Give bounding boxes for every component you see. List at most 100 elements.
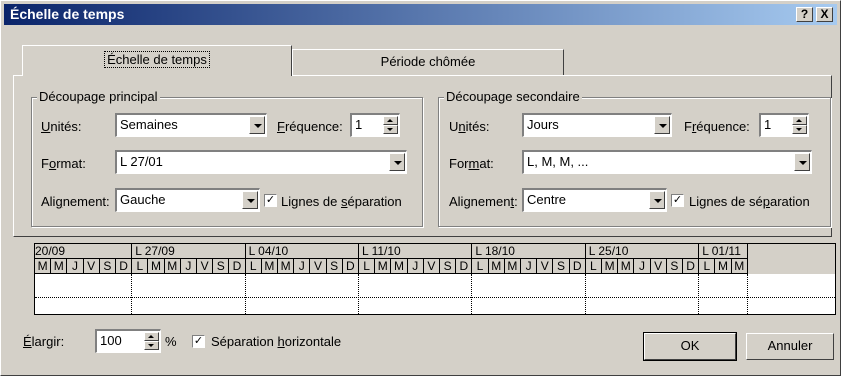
timescale-day-label: M xyxy=(375,259,392,274)
timescale-day-label: M xyxy=(602,259,619,274)
tab-label: Période chômée xyxy=(380,54,476,69)
timescale-day-label: L xyxy=(472,259,489,274)
window-title: Échelle de temps xyxy=(10,6,125,22)
spin-down-icon[interactable] xyxy=(144,341,159,350)
timescale-day-label: D xyxy=(569,259,586,274)
timescale-preview: 20/09 M M J V S D L 27/09 L M M J V S D L 04/10 L M M J V S D L… xyxy=(34,243,836,315)
timescale-day-label: D xyxy=(456,259,473,274)
chevron-down-icon[interactable] xyxy=(242,191,258,209)
primary-units-label: Unités: xyxy=(41,119,82,134)
timescale-week-label: L 18/10 xyxy=(472,244,586,259)
primary-separator-checkbox[interactable]: ✓ xyxy=(264,194,277,207)
primary-alignment-label: Alignement: xyxy=(41,194,110,209)
spin-buttons[interactable] xyxy=(383,116,398,134)
timescale-day-label: M xyxy=(715,259,732,274)
timescale-week-label: 20/09 xyxy=(35,244,133,259)
tab-echelle-de-temps[interactable]: Échelle de temps xyxy=(22,45,292,76)
spin-down-icon[interactable] xyxy=(383,125,398,134)
cancel-button[interactable]: Annuler xyxy=(746,333,834,360)
secondary-format-value: L, M, M, ... xyxy=(527,154,589,169)
timescale-day-label: J xyxy=(407,259,424,274)
timescale-week-label: L 27/09 xyxy=(132,244,246,259)
timescale-day-label: V xyxy=(83,259,100,274)
timescale-day-label: S xyxy=(326,259,343,274)
timescale-dialog: Échelle de temps ? X Échelle de temps Pé… xyxy=(0,0,841,376)
primary-group-title: Découpage principal xyxy=(37,89,160,104)
tab-label: Échelle de temps xyxy=(104,51,210,68)
timescale-day-label: M xyxy=(35,259,52,274)
timescale-week-separator xyxy=(358,274,359,314)
primary-units-value: Semaines xyxy=(120,117,178,132)
secondary-frequency-stepper[interactable]: 1 xyxy=(759,113,809,137)
timescale-day-label: L xyxy=(132,259,149,274)
timescale-week-label: L 11/10 xyxy=(359,244,473,259)
timescale-day-label: L xyxy=(585,259,602,274)
spin-up-icon[interactable] xyxy=(792,116,807,125)
close-button[interactable]: X xyxy=(816,7,833,22)
timescale-week-label: L 04/10 xyxy=(245,244,359,259)
timescale-day-label: J xyxy=(634,259,651,274)
secondary-units-select[interactable]: Jours xyxy=(522,113,672,137)
horizontal-separator-checkbox[interactable]: ✓ xyxy=(192,335,205,348)
timescale-day-label: V xyxy=(423,259,440,274)
secondary-alignment-label: Alignement: xyxy=(449,194,518,209)
timescale-week-separator xyxy=(698,274,700,314)
timescale-day-label: M xyxy=(391,259,408,274)
chevron-down-icon[interactable] xyxy=(389,153,405,171)
timescale-week-separator xyxy=(471,274,473,314)
timescale-day-label: M xyxy=(618,259,635,274)
secondary-alignment-select[interactable]: Centre xyxy=(522,188,667,212)
primary-format-label: Format: xyxy=(41,156,86,171)
timescale-day-label: V xyxy=(310,259,327,274)
timescale-day-label: M xyxy=(148,259,165,274)
spin-buttons[interactable] xyxy=(144,332,159,350)
timescale-day-label: M xyxy=(504,259,521,274)
spin-buttons[interactable] xyxy=(792,116,807,134)
spin-up-icon[interactable] xyxy=(383,116,398,125)
timescale-header: 20/09 M M J V S D L 27/09 L M M J V S D L 04/10 L M M J V S D L… xyxy=(35,244,835,274)
timescale-day-label: V xyxy=(197,259,214,274)
tab-periode-chomee[interactable]: Période chômée xyxy=(292,49,564,75)
timescale-day-label: L xyxy=(699,259,716,274)
secondary-units-label: Unités: xyxy=(449,119,490,134)
timescale-day-label: J xyxy=(294,259,311,274)
timescale-week-separator xyxy=(746,274,748,314)
chevron-down-icon[interactable] xyxy=(654,116,670,134)
title-bar[interactable]: Échelle de temps ? X xyxy=(4,4,837,25)
secondary-frequency-label: Fréquence: xyxy=(684,119,750,134)
timescale-day-label: M xyxy=(731,259,748,274)
spin-up-icon[interactable] xyxy=(144,332,159,341)
secondary-format-select[interactable]: L, M, M, ... xyxy=(522,150,812,174)
timescale-day-label: M xyxy=(51,259,68,274)
primary-units-select[interactable]: Semaines xyxy=(115,113,267,137)
chevron-down-icon[interactable] xyxy=(649,191,665,209)
secondary-units-value: Jours xyxy=(527,117,559,132)
ok-button[interactable]: OK xyxy=(643,332,737,361)
help-button[interactable]: ? xyxy=(796,7,813,22)
chevron-down-icon[interactable] xyxy=(249,116,265,134)
timescale-week-label: L 25/10 xyxy=(585,244,700,259)
secondary-alignment-value: Centre xyxy=(527,192,567,207)
timescale-day-label: D xyxy=(116,259,133,274)
horizontal-separator-label: Séparation horizontale xyxy=(211,334,342,349)
timescale-day-label: J xyxy=(521,259,538,274)
enlarge-stepper[interactable]: 100 xyxy=(95,329,161,353)
enlarge-label: Élargir: xyxy=(23,334,65,349)
secondary-format-label: Format: xyxy=(449,156,494,171)
primary-frequency-stepper[interactable]: 1 xyxy=(350,113,400,137)
primary-alignment-select[interactable]: Gauche xyxy=(115,188,260,212)
timescale-day-label: M xyxy=(488,259,505,274)
spin-down-icon[interactable] xyxy=(792,125,807,134)
timescale-day-label: D xyxy=(683,259,700,274)
chevron-down-icon[interactable] xyxy=(794,153,810,171)
primary-frequency-label: Fréquence: xyxy=(277,119,343,134)
timescale-day-label: J xyxy=(180,259,197,274)
secondary-frequency-value: 1 xyxy=(764,117,772,132)
secondary-separator-checkbox[interactable]: ✓ xyxy=(671,194,684,207)
timescale-day-label: L xyxy=(359,259,376,274)
timescale-day-label: S xyxy=(213,259,230,274)
primary-alignment-value: Gauche xyxy=(120,192,166,207)
timescale-day-label: D xyxy=(342,259,359,274)
primary-format-select[interactable]: L 27/01 xyxy=(115,150,407,174)
primary-separator-label: Lignes de séparation xyxy=(281,194,402,209)
